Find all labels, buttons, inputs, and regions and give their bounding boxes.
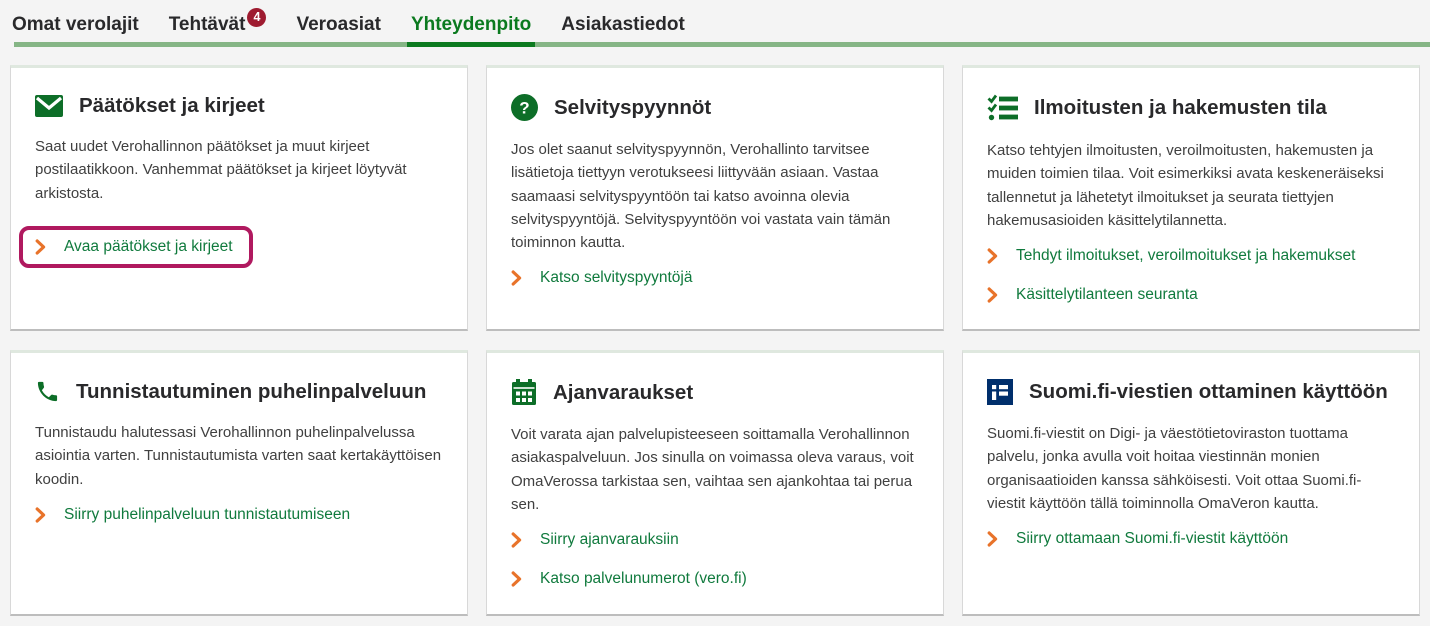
link-row: Katso selvityspyyntöjä: [511, 269, 919, 287]
main-nav: Omat verolajit Tehtävät4 Veroasiat Yhtey…: [0, 0, 1430, 47]
link-avaa-paatokset-ja-kirjeet[interactable]: Avaa päätökset ja kirjeet: [64, 238, 233, 256]
card-title: Selvityspyynnöt: [554, 96, 711, 120]
link-katso-palvelunumerot[interactable]: Katso palvelunumerot (vero.fi): [540, 570, 747, 588]
card-tunnistautuminen-puhelinpalveluun: Tunnistautuminen puhelinpalveluun Tunnis…: [10, 350, 468, 616]
chevron-right-icon: [511, 571, 522, 587]
card-description: Tunnistaudu halutessasi Verohallinnon pu…: [35, 421, 443, 491]
card-header: Suomi.fi-viestien ottaminen käyttöön: [987, 379, 1395, 405]
tab-label: Tehtävät: [169, 14, 246, 35]
calendar-icon: [511, 379, 537, 406]
tab-yhteydenpito[interactable]: Yhteydenpito: [411, 14, 531, 47]
link-row: Katso palvelunumerot (vero.fi): [511, 570, 919, 588]
card-description: Jos olet saanut selvityspyynnön, Verohal…: [511, 138, 919, 254]
tab-label: Yhteydenpito: [411, 14, 531, 35]
chevron-right-icon: [35, 507, 46, 523]
tab-omat-verolajit[interactable]: Omat verolajit: [12, 14, 139, 47]
card-header: ? Selvityspyynnöt: [511, 94, 919, 121]
link-siirry-ajanvarauksiin[interactable]: Siirry ajanvarauksiin: [540, 531, 679, 549]
question-icon: ?: [511, 94, 538, 121]
link-row: Siirry ottamaan Suomi.fi-viestit käyttöö…: [987, 530, 1395, 548]
link-kasittelytilanteen-seuranta[interactable]: Käsittelytilanteen seuranta: [1016, 286, 1198, 304]
card-ajanvaraukset: Ajanvaraukset Voit varata ajan palvelupi…: [486, 350, 944, 616]
highlight-annotation-box: Avaa päätökset ja kirjeet: [19, 226, 253, 268]
chevron-right-icon: [987, 248, 998, 264]
card-title: Päätökset ja kirjeet: [79, 94, 265, 118]
chevron-right-icon: [987, 287, 998, 303]
card-description: Voit varata ajan palvelupisteeseen soitt…: [511, 423, 919, 516]
card-paatokset-ja-kirjeet: Päätökset ja kirjeet Saat uudet Verohall…: [10, 65, 468, 331]
card-description: Katso tehtyjen ilmoitusten, veroilmoitus…: [987, 139, 1395, 232]
link-row: Käsittelytilanteen seuranta: [987, 286, 1395, 304]
card-header: Päätökset ja kirjeet: [35, 94, 443, 118]
link-row: Siirry puhelinpalveluun tunnistautumisee…: [35, 506, 443, 524]
tab-label: Omat verolajit: [12, 14, 139, 35]
tab-tehtavat[interactable]: Tehtävät4: [169, 14, 267, 47]
chevron-right-icon: [35, 239, 46, 255]
link-row: Siirry ajanvarauksiin: [511, 531, 919, 549]
card-selvityspyynnot: ? Selvityspyynnöt Jos olet saanut selvit…: [486, 65, 944, 331]
card-title: Ilmoitusten ja hakemusten tila: [1034, 96, 1327, 120]
link-siirry-puhelinpalveluun-tunnistautumiseen[interactable]: Siirry puhelinpalveluun tunnistautumisee…: [64, 506, 350, 524]
svg-text:?: ?: [519, 99, 529, 118]
card-description: Saat uudet Verohallinnon päätökset ja mu…: [35, 135, 443, 205]
suomifi-icon: [987, 379, 1013, 405]
card-header: Ilmoitusten ja hakemusten tila: [987, 94, 1395, 122]
card-header: Ajanvaraukset: [511, 379, 919, 406]
link-siirry-ottamaan-suomifi-viestit[interactable]: Siirry ottamaan Suomi.fi-viestit käyttöö…: [1016, 530, 1288, 548]
card-header: Tunnistautuminen puhelinpalveluun: [35, 379, 443, 404]
chevron-right-icon: [511, 532, 522, 548]
tab-label: Veroasiat: [296, 14, 381, 35]
checklist-icon: [987, 94, 1018, 122]
phone-icon: [35, 379, 60, 404]
link-row: Tehdyt ilmoitukset, veroilmoitukset ja h…: [987, 247, 1395, 265]
envelope-icon: [35, 95, 63, 117]
tab-label: Asiakastiedot: [561, 14, 685, 35]
card-title: Tunnistautuminen puhelinpalveluun: [76, 380, 426, 404]
card-title: Ajanvaraukset: [553, 381, 693, 405]
card-description: Suomi.fi-viestit on Digi- ja väestötieto…: [987, 422, 1395, 515]
link-katso-selvityspyyntoja[interactable]: Katso selvityspyyntöjä: [540, 269, 693, 287]
card-grid: Päätökset ja kirjeet Saat uudet Verohall…: [10, 65, 1420, 616]
notification-badge: 4: [247, 8, 266, 27]
tab-veroasiat[interactable]: Veroasiat: [296, 14, 381, 47]
card-suomifi-viestit: Suomi.fi-viestien ottaminen käyttöön Suo…: [962, 350, 1420, 616]
tab-asiakastiedot[interactable]: Asiakastiedot: [561, 14, 685, 47]
chevron-right-icon: [511, 270, 522, 286]
card-title: Suomi.fi-viestien ottaminen käyttöön: [1029, 380, 1388, 404]
link-tehdyt-ilmoitukset[interactable]: Tehdyt ilmoitukset, veroilmoitukset ja h…: [1016, 247, 1355, 265]
card-ilmoitusten-ja-hakemusten-tila: Ilmoitusten ja hakemusten tila Katso teh…: [962, 65, 1420, 331]
chevron-right-icon: [987, 531, 998, 547]
